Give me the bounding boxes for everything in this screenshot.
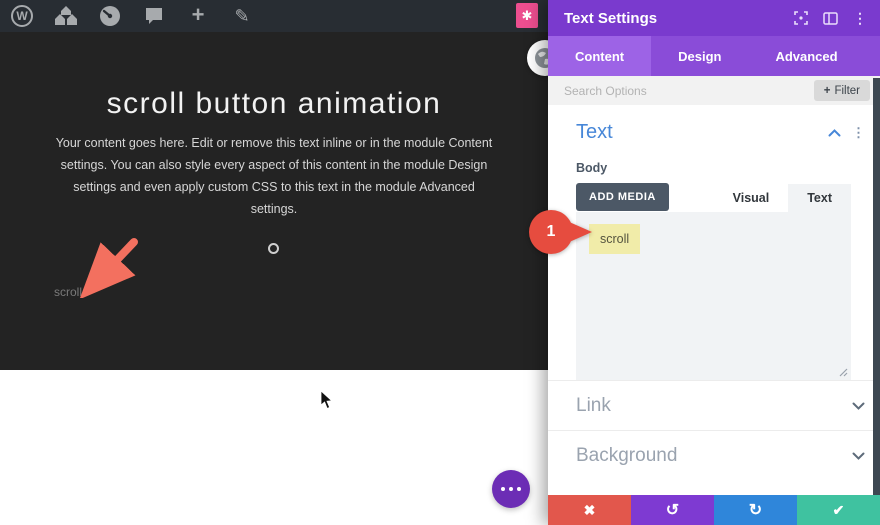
houses-glyph (55, 6, 77, 25)
dot (501, 487, 505, 491)
background-section-header[interactable]: Background (548, 430, 880, 480)
panel-body: Text ⋮ Body ADD MEDIA Visual Text scroll (548, 105, 880, 495)
section-menu-dots-icon[interactable]: ⋮ (852, 125, 865, 141)
body-field-label: Body (576, 161, 608, 175)
step-number: 1 (529, 210, 573, 254)
panel-menu-dots-icon[interactable]: ⋮ (853, 10, 867, 27)
panel-action-bar: ✖ ↺ ↻ ✔ (548, 495, 880, 525)
plus-glyph: + (191, 2, 205, 27)
panel-layout-icon[interactable] (823, 11, 838, 25)
wordpress-logo-letter: W (11, 5, 33, 27)
body-paragraph: Your content goes here. Edit or remove t… (55, 136, 493, 216)
resize-handle-icon[interactable] (838, 367, 848, 377)
expand-view-icon[interactable] (794, 11, 808, 25)
edit-page-icon[interactable]: ✎ (230, 4, 254, 28)
asterisk-glyph: ✱ (521, 7, 533, 23)
page-canvas-dark-section: scroll button animation Your content goe… (0, 32, 548, 370)
add-media-button[interactable]: ADD MEDIA (576, 183, 669, 211)
search-options-input[interactable] (564, 83, 814, 98)
tab-content[interactable]: Content (548, 36, 652, 76)
body-text-editor[interactable]: scroll (576, 212, 851, 380)
wp-admin-bar: W + ✎ (0, 0, 548, 32)
step-annotation-pin: 1 (529, 210, 593, 254)
new-content-icon[interactable]: + (186, 4, 210, 28)
settings-tab-bar: Content Design Advanced (548, 36, 880, 76)
editor-mode-tabs: Visual Text (713, 184, 851, 212)
circle-marker (268, 243, 279, 254)
red-arrow-annotation (79, 238, 138, 298)
redo-button[interactable]: ↻ (714, 495, 797, 525)
link-section-title: Link (576, 394, 611, 416)
page-settings-button[interactable] (492, 470, 530, 508)
divi-builder-screen: W + ✎ ✱ scroll button animation Your con… (0, 0, 880, 525)
page-title: scroll button animation (106, 87, 442, 120)
panel-scrollbar[interactable] (873, 78, 880, 495)
editor-content-highlighted[interactable]: scroll (589, 224, 641, 254)
comment-bubble-glyph (146, 8, 162, 24)
tab-advanced[interactable]: Advanced (748, 36, 864, 76)
pencil-glyph: ✎ (234, 6, 250, 26)
chevron-up-icon[interactable] (828, 124, 841, 142)
link-section-header[interactable]: Link (548, 380, 880, 430)
mouse-cursor (320, 390, 333, 410)
editor-tab-text[interactable]: Text (788, 184, 851, 212)
text-section-header[interactable]: Text ⋮ (548, 105, 880, 144)
divi-builder-icon[interactable]: ✱ (516, 3, 538, 28)
undo-button[interactable]: ↺ (631, 495, 714, 525)
dashboard-gauge-icon[interactable] (98, 4, 122, 28)
my-sites-icon[interactable] (54, 4, 78, 28)
discard-button[interactable]: ✖ (548, 495, 631, 525)
chevron-down-icon (852, 447, 865, 465)
text-section-title: Text (576, 121, 613, 143)
panel-header: Text Settings ⋮ (548, 0, 880, 36)
text-settings-panel: Text Settings ⋮ Content Design Advanced (548, 0, 880, 525)
dot (517, 487, 521, 491)
editor-tab-visual[interactable]: Visual (713, 184, 789, 212)
wordpress-logo-icon[interactable]: W (10, 4, 34, 28)
editor-controls: ADD MEDIA Visual Text (576, 183, 851, 212)
dot (509, 487, 513, 491)
comments-icon[interactable] (142, 4, 166, 28)
background-section-title: Background (576, 444, 678, 466)
chevron-down-icon (852, 397, 865, 415)
gauge-glyph (100, 6, 120, 26)
save-button[interactable]: ✔ (797, 495, 880, 525)
panel-title: Text Settings (564, 9, 658, 27)
filter-label: Filter (834, 84, 860, 97)
search-options-bar: + Filter (548, 76, 880, 105)
filter-button[interactable]: + Filter (813, 80, 870, 101)
tab-design[interactable]: Design (651, 36, 748, 76)
plus-icon: + (823, 84, 831, 97)
